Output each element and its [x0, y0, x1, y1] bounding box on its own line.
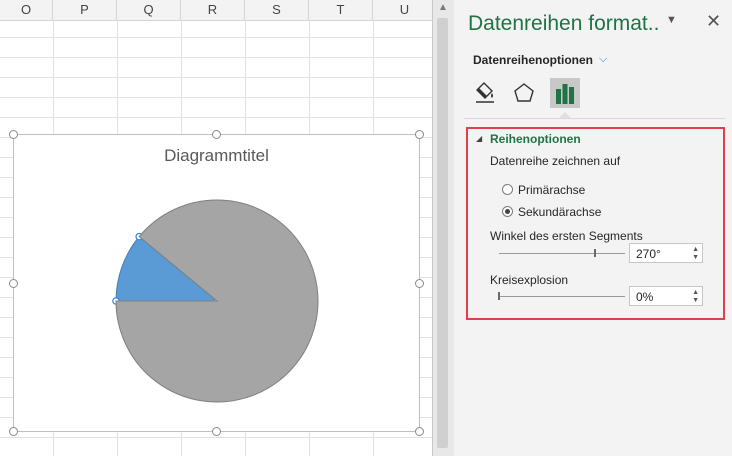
resize-handle-top[interactable] [212, 130, 221, 139]
series-options-dropdown-label[interactable]: Datenreihenoptionen [473, 53, 593, 67]
caret-down-icon[interactable]: ▼ [666, 14, 677, 26]
resize-handle-bottom[interactable] [212, 427, 221, 436]
column-header-o[interactable]: O [0, 0, 53, 20]
pie-plot [112, 199, 319, 403]
resize-handle-top-right[interactable] [415, 130, 424, 139]
resize-handle-left[interactable] [9, 279, 18, 288]
pie-slice-2[interactable] [115, 199, 319, 403]
column-header-q[interactable]: Q [117, 0, 181, 20]
series-options-bar-icon [556, 84, 574, 104]
chevron-down-icon[interactable]: ⌵ [599, 53, 607, 66]
tab-effects[interactable] [509, 78, 539, 108]
resize-handle-right[interactable] [415, 279, 424, 288]
scroll-up-arrow-icon[interactable]: ▲ [437, 2, 449, 14]
column-header-s[interactable]: S [245, 0, 309, 20]
resize-handle-top-left[interactable] [9, 130, 18, 139]
tab-divider [464, 118, 726, 119]
scroll-thumb[interactable] [437, 18, 448, 448]
column-header-p[interactable]: P [53, 0, 117, 20]
tab-fill-line[interactable] [469, 78, 499, 108]
resize-handle-bottom-right[interactable] [415, 427, 424, 436]
spreadsheet-area[interactable]: O P Q R S T U Diagrammtitel [0, 0, 432, 456]
column-headers: O P Q R S T U [0, 0, 432, 21]
column-header-t[interactable]: T [309, 0, 373, 20]
resize-handle-bottom-left[interactable] [9, 427, 18, 436]
effects-pentagon-icon [514, 83, 534, 102]
fill-line-icon [476, 82, 494, 103]
pie-chart[interactable]: Diagrammtitel [13, 134, 420, 432]
highlight-box [466, 127, 725, 320]
close-icon[interactable]: ✕ [706, 11, 721, 32]
vertical-scrollbar[interactable]: ▲ [432, 0, 454, 456]
tab-series-options[interactable] [550, 78, 580, 108]
column-header-r[interactable]: R [181, 0, 245, 20]
column-header-u[interactable]: U [373, 0, 432, 20]
pane-title: Datenreihen format.. [468, 12, 660, 35]
